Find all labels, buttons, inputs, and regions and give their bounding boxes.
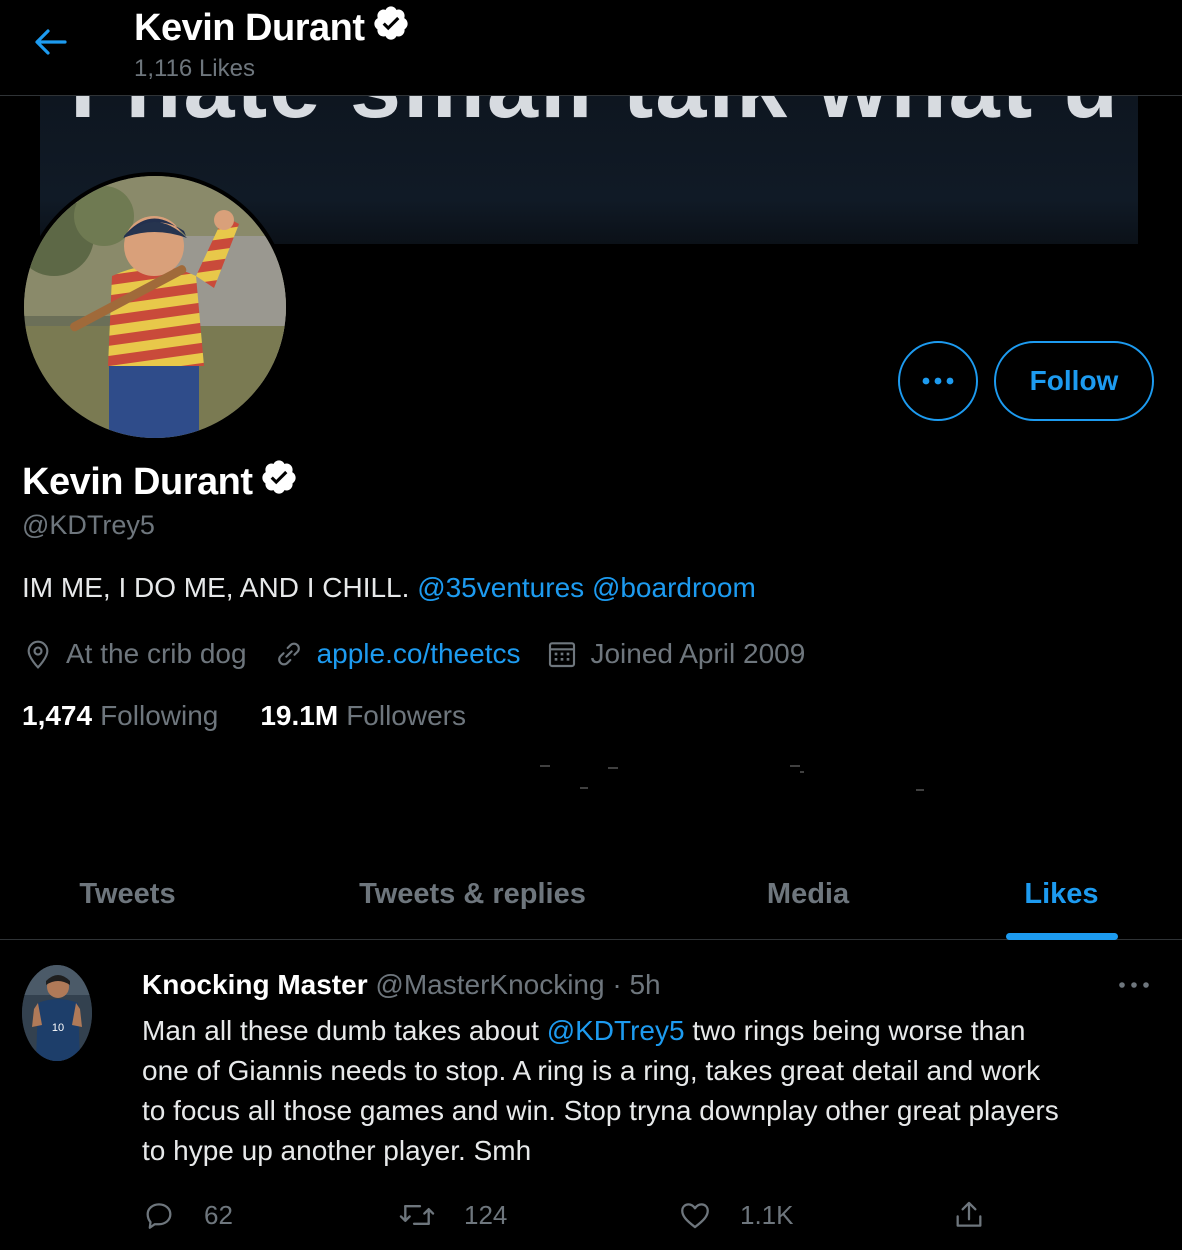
- tab-media[interactable]: Media: [690, 848, 926, 940]
- website-link[interactable]: apple.co/theetcs: [317, 638, 521, 670]
- like-count: 1.1K: [740, 1199, 794, 1230]
- arrow-left-icon: [35, 29, 67, 55]
- tweet-author-name[interactable]: Knocking Master: [142, 969, 368, 1000]
- header-title: Kevin Durant: [134, 6, 365, 49]
- profile-header: Kevin Durant 1,116 Likes: [0, 0, 1182, 96]
- like-button[interactable]: 1.1K: [678, 1195, 794, 1235]
- followers-stat[interactable]: 19.1M Followers: [260, 700, 466, 732]
- bio-link-35ventures[interactable]: @35ventures: [417, 572, 584, 603]
- tab-media-label: Media: [766, 877, 850, 910]
- profile-website: apple.co/theetcs: [273, 638, 521, 670]
- tab-tweets-replies[interactable]: Tweets & replies: [255, 848, 690, 940]
- reply-count: 62: [204, 1199, 233, 1230]
- calendar-icon: [549, 642, 576, 668]
- profile-stats: 1,474 Following 19.1M Followers: [22, 700, 508, 732]
- profile-bio: IM ME, I DO ME, AND I CHILL. @35ventures…: [22, 572, 756, 604]
- share-icon: [956, 1201, 982, 1227]
- tweet-text-segment: two rings being worse than: [684, 1015, 1026, 1046]
- following-label: Following: [100, 700, 219, 731]
- profile-handle: @KDTrey5: [22, 510, 155, 540]
- followers-count: 19.1M: [260, 700, 339, 731]
- more-options-button[interactable]: [898, 341, 978, 421]
- active-tab-indicator: [1005, 933, 1118, 940]
- tweet-mention-link[interactable]: @KDTrey5: [547, 1015, 685, 1046]
- tweet-line: to hype up another player. Smh: [142, 1135, 532, 1166]
- tab-likes[interactable]: Likes: [926, 848, 1182, 940]
- followers-label: Followers: [346, 700, 466, 731]
- tweet[interactable]: 10 Knocking Master @MasterKnocking · 5h …: [0, 941, 1182, 1250]
- follow-button[interactable]: Follow: [994, 341, 1154, 421]
- tweet-author-handle[interactable]: @MasterKnocking: [375, 969, 604, 1000]
- following-count: 1,474: [22, 700, 93, 731]
- reply-icon: [146, 1203, 172, 1229]
- bio-text: IM ME, I DO ME, AND I CHILL.: [22, 572, 410, 603]
- profile-tabs: Tweets Tweets & replies Media Likes: [0, 848, 1182, 940]
- following-stat[interactable]: 1,474 Following: [22, 700, 218, 732]
- tweet-line: one of Giannis needs to stop. A ring is …: [142, 1055, 1041, 1086]
- retweet-count: 124: [464, 1199, 508, 1230]
- more-horizontal-icon: [1119, 982, 1149, 988]
- profile-joined: Joined April 2009: [546, 638, 805, 670]
- profile-name-row: Kevin Durant: [22, 458, 298, 506]
- tab-tweets[interactable]: Tweets: [0, 848, 255, 940]
- profile-meta: At the crib dog apple.co/theetcs Joined …: [22, 634, 831, 674]
- profile-avatar[interactable]: [20, 172, 290, 442]
- verified-badge-icon: [260, 458, 298, 506]
- profile-location: At the crib dog: [22, 638, 247, 670]
- tab-tweets-replies-label: Tweets & replies: [359, 877, 586, 910]
- header-title-row: Kevin Durant: [134, 4, 410, 52]
- banner-text: I hate small talk what u want: [70, 96, 1138, 139]
- tab-likes-label: Likes: [1024, 877, 1099, 910]
- tweet-text-segment: Man all these dumb takes about: [142, 1015, 547, 1046]
- retweet-button[interactable]: 124: [398, 1195, 507, 1235]
- back-button[interactable]: [24, 22, 76, 62]
- link-icon: [277, 642, 300, 666]
- location-text: At the crib dog: [66, 638, 247, 669]
- render-artifact: [540, 765, 924, 791]
- tweet-more-button[interactable]: [1112, 973, 1156, 997]
- retweet-icon: [399, 1205, 435, 1225]
- tweet-text: Man all these dumb takes about @KDTrey5 …: [142, 1011, 1162, 1171]
- more-horizontal-icon: [922, 377, 954, 385]
- tweet-line: to focus all those games and win. Stop t…: [142, 1095, 1059, 1126]
- verified-badge-icon: [372, 4, 410, 52]
- heart-icon: [681, 1203, 709, 1229]
- tab-tweets-label: Tweets: [79, 877, 176, 910]
- tweet-separator: ·: [604, 969, 630, 1000]
- tweet-time[interactable]: 5h: [629, 969, 660, 1000]
- share-button[interactable]: [952, 1195, 1014, 1235]
- tweet-actions: 62 124 1.1K: [142, 1195, 1142, 1235]
- jersey-number: 10: [52, 1022, 64, 1034]
- bio-link-boardroom[interactable]: @boardroom: [592, 572, 756, 603]
- tweet-header: Knocking Master @MasterKnocking · 5h: [142, 969, 661, 1001]
- header-likes-count: 1,116 Likes: [134, 55, 255, 82]
- joined-text: Joined April 2009: [590, 638, 806, 669]
- location-pin-icon: [27, 640, 49, 669]
- reply-button[interactable]: 62: [142, 1195, 233, 1235]
- tweet-line: Man all these dumb takes about @KDTrey5 …: [142, 1011, 1162, 1051]
- profile-name: Kevin Durant: [22, 460, 253, 503]
- tweet-author-avatar[interactable]: 10: [22, 965, 92, 1061]
